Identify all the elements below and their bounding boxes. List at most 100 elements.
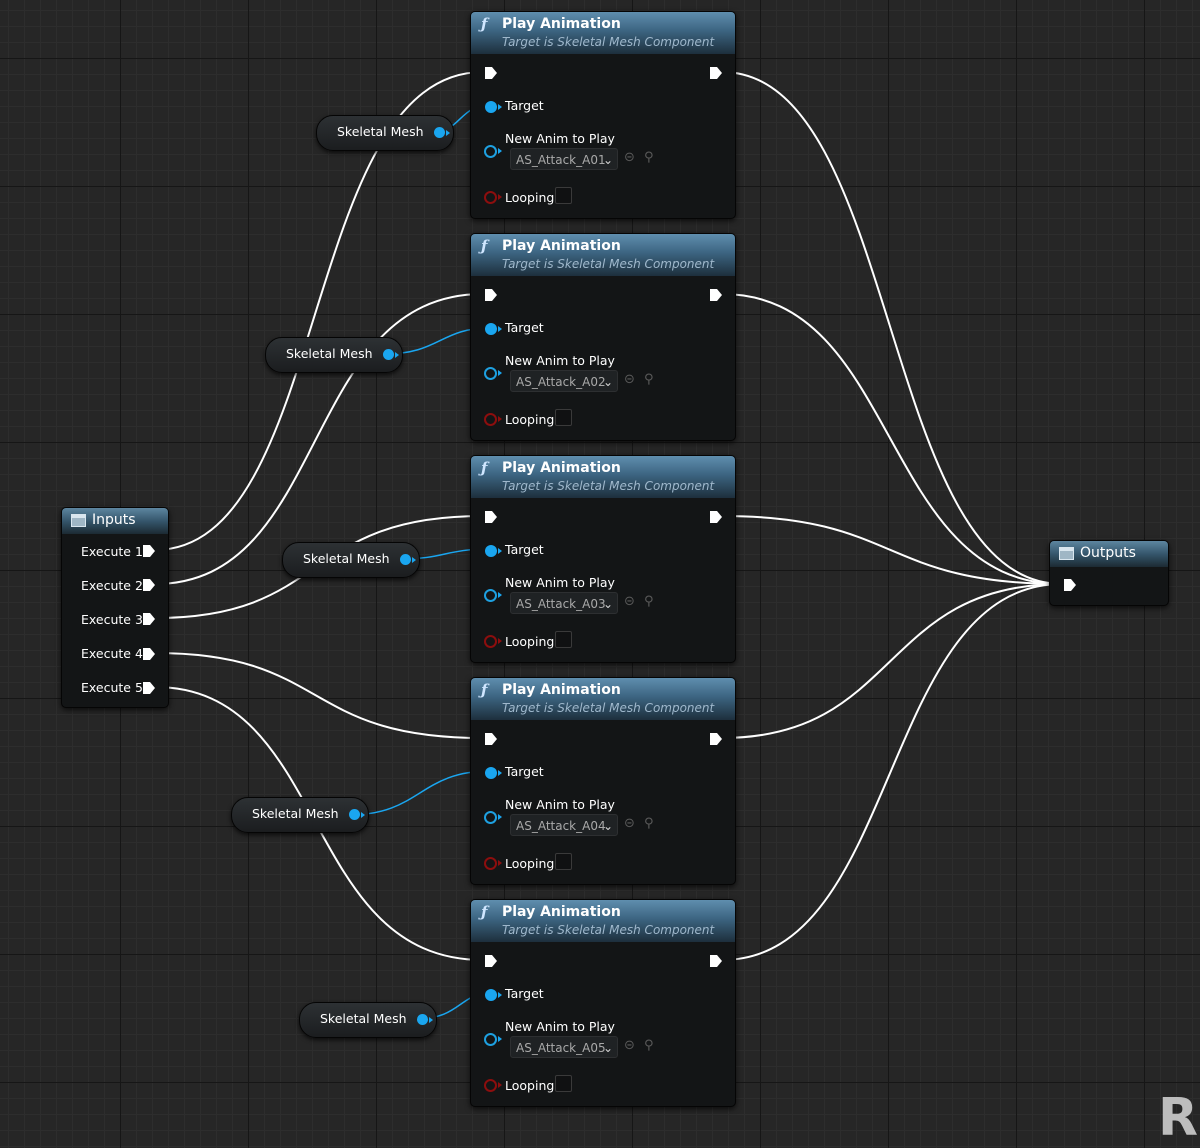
execute-1-label: Execute 1 [81, 544, 143, 559]
play-animation-node-2[interactable]: ƒ Play Animation Target is Skeletal Mesh… [470, 233, 736, 441]
object-pin-icon[interactable] [349, 809, 360, 820]
boolean-pin-icon[interactable] [484, 413, 497, 426]
skeletal-mesh-getter-2[interactable]: Skeletal Mesh [265, 337, 403, 373]
pin-arrow [498, 416, 502, 422]
chevron-down-icon: ⌄ [602, 597, 613, 611]
browse-asset-icon[interactable]: ⚲ [644, 816, 654, 831]
play-animation-node-3[interactable]: ƒ Play Animation Target is Skeletal Mesh… [470, 455, 736, 663]
boolean-pin-icon[interactable] [484, 191, 497, 204]
anim-asset-dropdown[interactable]: AS_Attack_A05 ⌄ [510, 1036, 618, 1058]
object-pin-icon[interactable] [485, 323, 497, 335]
browse-asset-icon[interactable]: ⚲ [644, 372, 654, 387]
anim-asset-dropdown[interactable]: AS_Attack_A03 ⌄ [510, 592, 618, 614]
looping-checkbox[interactable] [555, 853, 572, 870]
outputs-title: Outputs [1080, 545, 1136, 561]
node-title: Play Animation [502, 682, 621, 698]
looping-label: Looping [505, 190, 555, 205]
object-pin-icon[interactable] [484, 367, 497, 380]
pin-arrow [395, 352, 399, 358]
anim-asset-dropdown[interactable]: AS_Attack_A02 ⌄ [510, 370, 618, 392]
exec-pin-icon[interactable] [142, 578, 156, 592]
skeletal-mesh-getter-5[interactable]: Skeletal Mesh [299, 1002, 437, 1038]
use-selected-asset-icon[interactable]: ⊝ [624, 816, 635, 831]
target-label: Target [505, 320, 544, 335]
looping-checkbox[interactable] [555, 631, 572, 648]
object-pin-icon[interactable] [484, 589, 497, 602]
use-selected-asset-icon[interactable]: ⊝ [624, 372, 635, 387]
object-pin-icon[interactable] [485, 101, 497, 113]
exec-in-pin-icon[interactable] [484, 288, 498, 302]
execute-3-label: Execute 3 [81, 612, 143, 627]
anim-asset-dropdown[interactable]: AS_Attack_A01 ⌄ [510, 148, 618, 170]
exec-out-pin-icon[interactable] [709, 732, 723, 746]
object-pin-icon[interactable] [484, 1033, 497, 1046]
boolean-pin-icon[interactable] [484, 1079, 497, 1092]
variable-label: Skeletal Mesh [303, 551, 390, 566]
object-pin-icon[interactable] [484, 811, 497, 824]
function-icon: ƒ [481, 903, 488, 921]
node-subtitle: Target is Skeletal Mesh Component [502, 701, 715, 715]
skeletal-mesh-getter-1[interactable]: Skeletal Mesh [316, 115, 454, 151]
tunnel-icon [1059, 547, 1074, 560]
exec-pin-icon[interactable] [142, 612, 156, 626]
object-pin-icon[interactable] [485, 989, 497, 1001]
exec-in-pin-icon[interactable] [484, 954, 498, 968]
exec-out-pin-icon[interactable] [709, 510, 723, 524]
exec-out-pin-icon[interactable] [709, 954, 723, 968]
outputs-node[interactable]: Outputs [1049, 540, 1169, 606]
exec-pin-icon[interactable] [142, 681, 156, 695]
exec-in-pin-icon[interactable] [484, 66, 498, 80]
exec-out-pin-icon[interactable] [709, 66, 723, 80]
pin-arrow [498, 1036, 502, 1042]
looping-checkbox[interactable] [555, 187, 572, 204]
object-pin-icon[interactable] [417, 1014, 428, 1025]
engine-watermark: R [1158, 1088, 1199, 1148]
browse-asset-icon[interactable]: ⚲ [644, 1038, 654, 1053]
pin-arrow [498, 638, 502, 644]
exec-in-pin-icon[interactable] [484, 732, 498, 746]
play-animation-node-4[interactable]: ƒ Play Animation Target is Skeletal Mesh… [470, 677, 736, 885]
use-selected-asset-icon[interactable]: ⊝ [624, 1038, 635, 1053]
play-animation-node-1[interactable]: ƒ Play Animation Target is Skeletal Mesh… [470, 11, 736, 219]
node-subtitle: Target is Skeletal Mesh Component [502, 923, 715, 937]
boolean-pin-icon[interactable] [484, 635, 497, 648]
use-selected-asset-icon[interactable]: ⊝ [624, 594, 635, 609]
exec-in-pin-icon[interactable] [484, 510, 498, 524]
use-selected-asset-icon[interactable]: ⊝ [624, 150, 635, 165]
object-pin-icon[interactable] [485, 545, 497, 557]
node-title: Play Animation [502, 904, 621, 920]
exec-pin-icon[interactable] [142, 647, 156, 661]
object-pin-icon[interactable] [434, 127, 445, 138]
node-subtitle: Target is Skeletal Mesh Component [502, 35, 715, 49]
looping-label: Looping [505, 856, 555, 871]
node-header: ƒ Play Animation Target is Skeletal Mesh… [471, 456, 735, 498]
anim-asset-value: AS_Attack_A04 [516, 819, 606, 833]
pin-arrow [498, 814, 502, 820]
target-label: Target [505, 542, 544, 557]
object-pin-icon[interactable] [484, 145, 497, 158]
skeletal-mesh-getter-4[interactable]: Skeletal Mesh [231, 797, 369, 833]
exec-out-pin-icon[interactable] [709, 288, 723, 302]
object-pin-icon[interactable] [383, 349, 394, 360]
pin-arrow [498, 370, 502, 376]
exec-wire [721, 71, 1063, 585]
browse-asset-icon[interactable]: ⚲ [644, 594, 654, 609]
exec-pin-icon[interactable] [1063, 578, 1077, 592]
exec-pin-icon[interactable] [142, 544, 156, 558]
looping-checkbox[interactable] [555, 1075, 572, 1092]
anim-asset-dropdown[interactable]: AS_Attack_A04 ⌄ [510, 814, 618, 836]
object-pin-icon[interactable] [400, 554, 411, 565]
looping-checkbox[interactable] [555, 409, 572, 426]
inputs-node[interactable]: Inputs Execute 1 Execute 2 Execute 3 Exe… [61, 507, 169, 708]
browse-asset-icon[interactable]: ⚲ [644, 150, 654, 165]
skeletal-mesh-getter-3[interactable]: Skeletal Mesh [282, 542, 420, 578]
play-animation-node-5[interactable]: ƒ Play Animation Target is Skeletal Mesh… [470, 899, 736, 1107]
target-label: Target [505, 764, 544, 779]
boolean-pin-icon[interactable] [484, 857, 497, 870]
pin-arrow [498, 992, 502, 998]
object-pin-icon[interactable] [485, 767, 497, 779]
new-anim-label: New Anim to Play [505, 575, 615, 590]
pin-arrow [498, 1082, 502, 1088]
node-header: ƒ Play Animation Target is Skeletal Mesh… [471, 900, 735, 942]
target-label: Target [505, 986, 544, 1001]
